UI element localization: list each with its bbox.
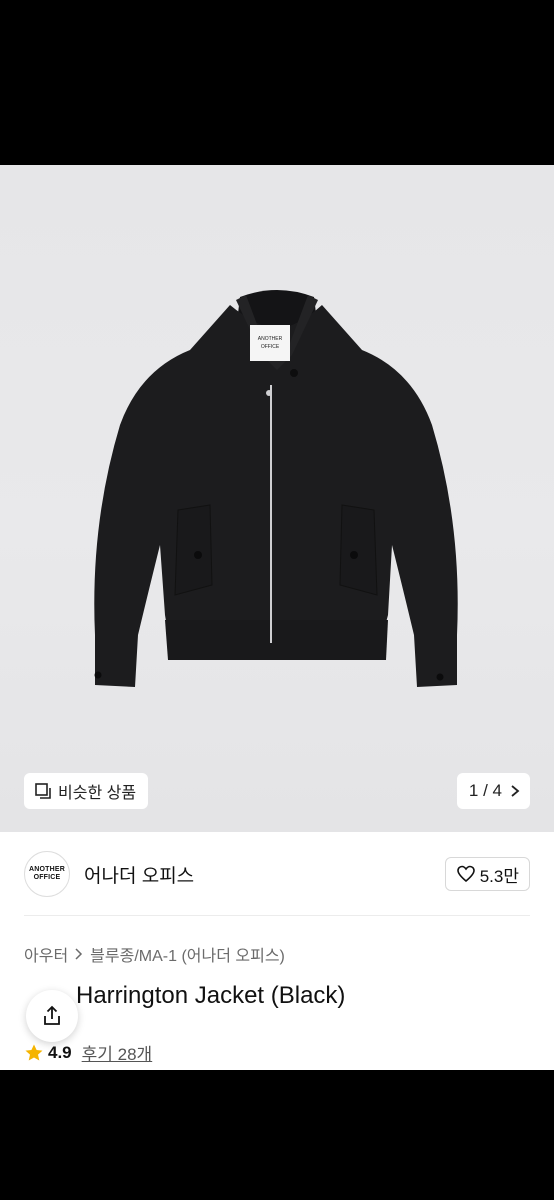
brand-row: ANOTHER OFFICE 어나더 오피스 5.3만 — [24, 850, 530, 898]
similar-products-label: 비슷한 상품 — [58, 785, 137, 802]
brand-logo-line2: OFFICE — [33, 874, 61, 881]
chevron-right-icon — [511, 785, 520, 797]
chevron-right-icon — [75, 948, 83, 960]
breadcrumb-category[interactable]: 아우터 — [24, 942, 68, 966]
product-title-text: Harrington Jacket (Black) — [76, 982, 346, 1009]
star-icon — [25, 1044, 43, 1060]
rating-score: 4.9 — [48, 1042, 72, 1062]
jacket-image: ANOTHER OFFICE — [94, 290, 458, 687]
top-black-bar — [0, 0, 554, 165]
brand-logo[interactable]: ANOTHER OFFICE — [24, 851, 70, 897]
like-button[interactable]: 5.3만 — [444, 857, 530, 891]
divider — [24, 915, 530, 916]
label-text-line2: OFFICE — [261, 344, 280, 350]
breadcrumb: 아우터 블루종/MA-1 (어나더 오피스) — [24, 942, 285, 966]
heart-icon — [456, 865, 475, 883]
pager-text: 1 / 4 — [468, 781, 502, 800]
like-count: 5.3만 — [479, 866, 519, 886]
brand-logo-line1: ANOTHER — [28, 866, 65, 873]
similar-products-button[interactable]: 비슷한 상품 — [24, 773, 149, 809]
breadcrumb-subcategory[interactable]: 블루종/MA-1 (어나더 오피스) — [90, 942, 285, 966]
image-pager[interactable]: 1 / 4 — [456, 773, 530, 809]
review-count-link[interactable]: 후기 28개 — [82, 1040, 153, 1065]
share-icon — [44, 1005, 60, 1025]
bottom-black-bar — [0, 1070, 554, 1200]
product-image[interactable]: ANOTHER OFFICE — [0, 165, 554, 832]
share-button[interactable] — [26, 990, 78, 1042]
rating-row: 4.9 후기 28개 — [24, 1040, 152, 1065]
square-stack-icon — [35, 783, 51, 799]
brand-name[interactable]: 어나더 오피스 — [84, 861, 194, 888]
label-text-line1: ANOTHER — [258, 336, 283, 342]
